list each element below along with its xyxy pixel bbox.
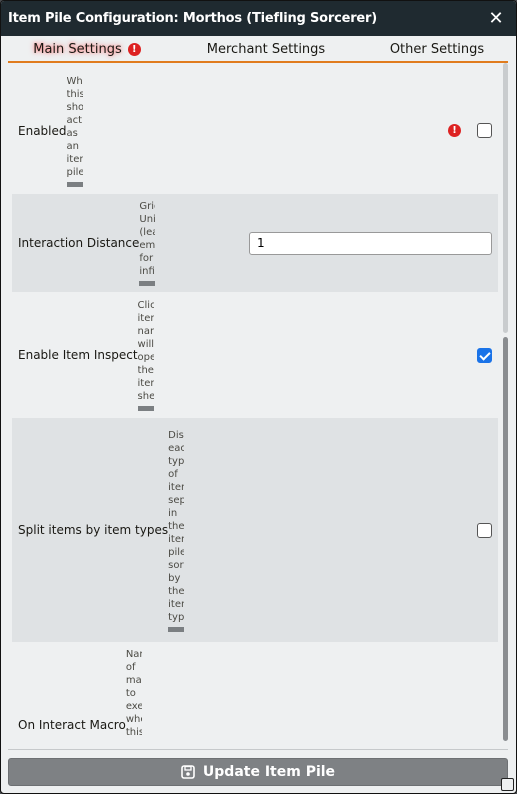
item-pile-config-window: Item Pile Configuration: Morthos (Tiefli… (0, 0, 517, 794)
footer-divider (8, 749, 508, 750)
setting-hint: Name of macro to execute when this (125, 649, 142, 738)
setting-hint: Click item names will open the item shee… (137, 299, 154, 411)
setting-hint: When this should act as an item pile (66, 75, 83, 187)
enable-item-inspect-checkbox[interactable] (477, 347, 492, 363)
hint-scrollbar[interactable] (168, 626, 185, 632)
resize-handle-icon[interactable] (501, 778, 514, 791)
scrollbar-track[interactable] (503, 63, 508, 333)
enabled-checkbox[interactable] (477, 123, 492, 138)
setting-hint: Grid Units (leave empty for infinite) (139, 200, 156, 286)
hint-scrollbar[interactable] (139, 281, 156, 286)
setting-label: Interaction Distance (18, 236, 140, 250)
setting-label: Enabled (18, 123, 67, 138)
hint-scrollbar[interactable] (66, 181, 83, 187)
update-item-pile-label: Update Item Pile (202, 764, 336, 780)
split-items-checkbox[interactable] (477, 522, 492, 538)
settings-list: Enabled When this should act as an item … (12, 67, 498, 739)
scrollbar-thumb[interactable] (503, 337, 508, 741)
setting-label: Split items by item types (18, 523, 169, 537)
tab-merchant-settings[interactable]: Merchant Settings (166, 37, 366, 61)
warning-icon: ! (448, 124, 461, 137)
window-title: Item Pile Configuration: Morthos (Tiefli… (8, 11, 377, 26)
setting-label: Enable Item Inspect (18, 348, 138, 362)
setting-hint: Display each type of item separately in … (168, 429, 185, 632)
update-item-pile-button[interactable]: Update Item Pile (8, 758, 508, 786)
interaction-distance-input[interactable] (249, 231, 492, 255)
setting-row-interaction-distance: Interaction Distance Grid Units (leave e… (12, 194, 498, 292)
settings-tabs: Main Settings ! Merchant Settings Other … (8, 37, 508, 63)
setting-row-on-interact-macro: On Interact Macro Name of macro to execu… (12, 642, 498, 739)
tab-other-settings-label: Other Settings (389, 41, 485, 57)
close-icon[interactable]: ✕ (487, 8, 505, 29)
tab-merchant-settings-label: Merchant Settings (206, 41, 326, 57)
setting-row-enable-item-inspect: Enable Item Inspect Click item names wil… (12, 292, 498, 418)
error-icon: ! (127, 42, 141, 56)
setting-row-enabled: Enabled When this should act as an item … (12, 67, 498, 194)
tab-main-settings-label: Main Settings (33, 41, 122, 57)
window-titlebar[interactable]: Item Pile Configuration: Morthos (Tiefli… (1, 1, 516, 36)
setting-row-split-items: Split items by item types Display each t… (12, 418, 498, 642)
setting-label: On Interact Macro (18, 718, 126, 732)
save-icon (181, 765, 195, 779)
content-scrollbar[interactable] (503, 63, 508, 743)
hint-scrollbar[interactable] (137, 406, 154, 411)
tab-other-settings[interactable]: Other Settings (366, 37, 508, 61)
tab-main-settings[interactable]: Main Settings ! (8, 37, 166, 61)
